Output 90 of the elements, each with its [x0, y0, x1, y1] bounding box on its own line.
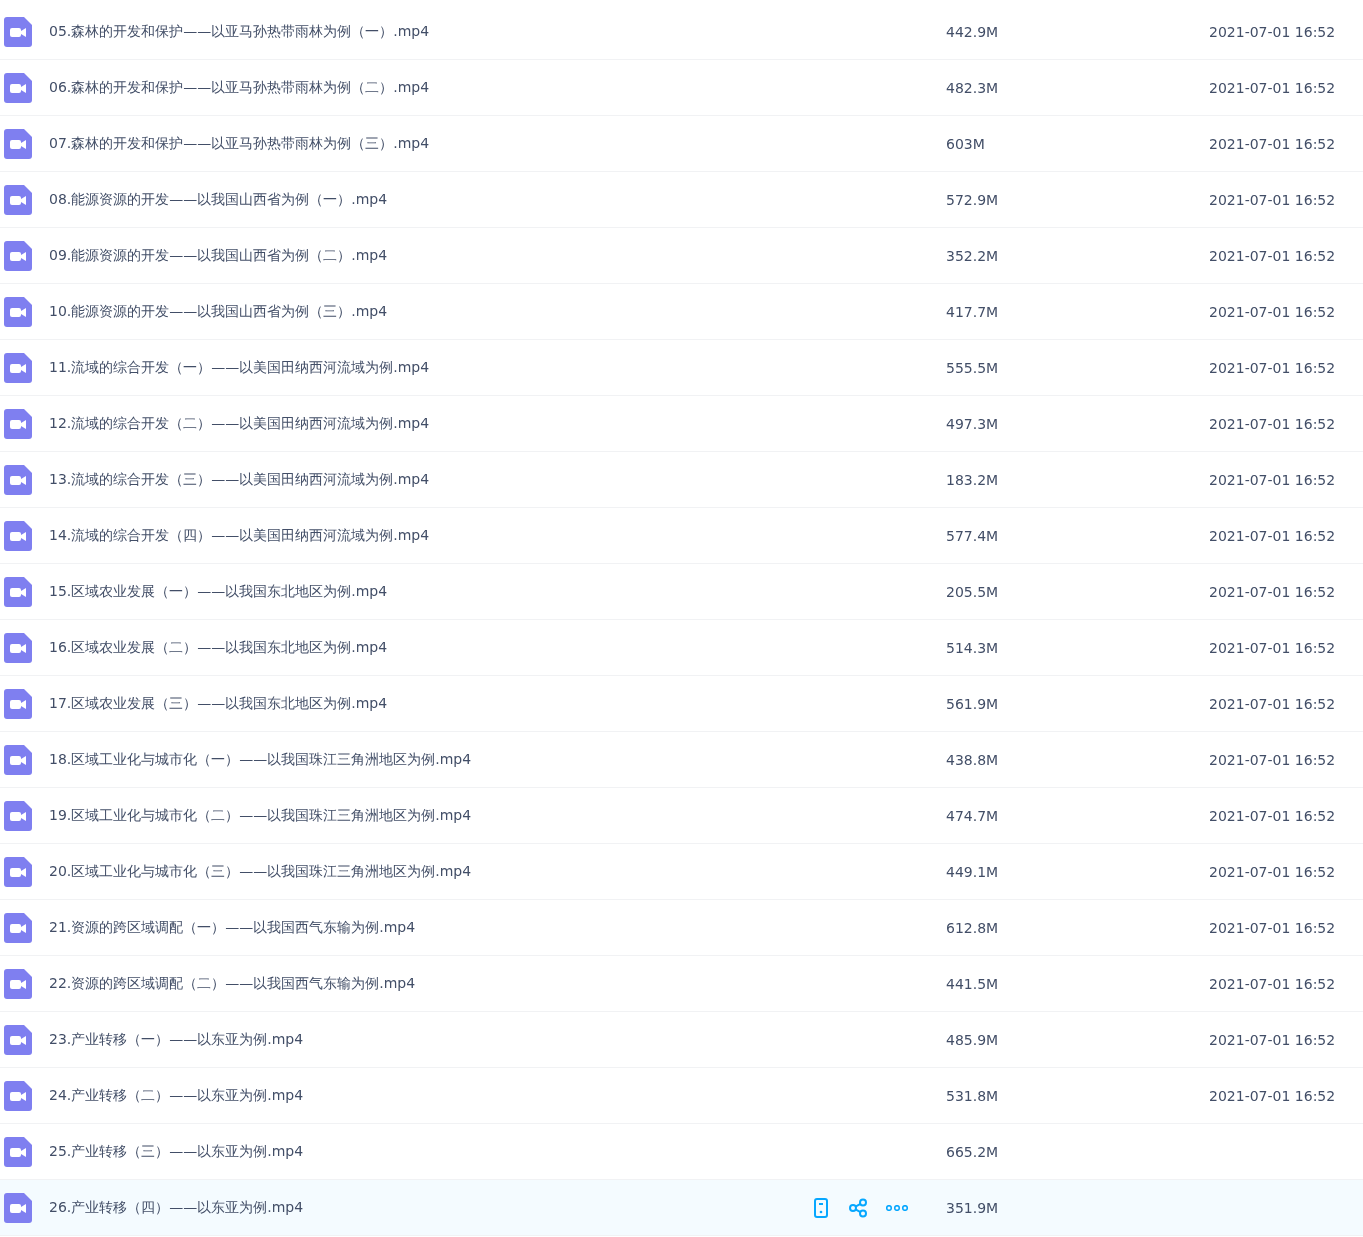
file-name[interactable]: 24.产业转移（二）——以东亚为例.mp4: [49, 1085, 304, 1106]
video-file-icon: [4, 744, 32, 775]
file-name[interactable]: 06.森林的开发和保护——以亚马孙热带雨林为例（二）.mp4: [49, 77, 430, 98]
file-name[interactable]: 14.流域的综合开发（四）——以美国田纳西河流域为例.mp4: [49, 525, 430, 546]
modified-date: 2021-07-01 16:52: [1209, 247, 1336, 264]
file-size: 482.3M: [946, 79, 999, 96]
modified-date: 2021-07-01 16:52: [1209, 975, 1336, 992]
file-name[interactable]: 18.区域工业化与城市化（一）——以我国珠江三角洲地区为例.mp4: [49, 749, 472, 770]
file-size: 572.9M: [946, 191, 999, 208]
video-file-icon: [4, 520, 32, 551]
modified-date: 2021-07-01 16:52: [1209, 303, 1336, 320]
file-name[interactable]: 05.森林的开发和保护——以亚马孙热带雨林为例（一）.mp4: [49, 21, 430, 42]
modified-date: 2021-07-01 16:52: [1209, 1087, 1336, 1104]
file-size: 205.5M: [946, 583, 999, 600]
modified-date: 2021-07-01 16:52: [1209, 807, 1336, 824]
file-size: 352.2M: [946, 247, 999, 264]
video-file-icon: [4, 800, 32, 831]
video-file-icon: [4, 184, 32, 215]
share-icon[interactable]: [848, 1197, 868, 1218]
file-name[interactable]: 13.流域的综合开发（三）——以美国田纳西河流域为例.mp4: [49, 469, 430, 490]
modified-date: 2021-07-01 16:52: [1209, 135, 1336, 152]
video-file-icon: [4, 296, 32, 327]
video-file-icon: [4, 856, 32, 887]
video-file-icon: [4, 968, 32, 999]
file-size: 441.5M: [946, 975, 999, 992]
file-name[interactable]: 09.能源资源的开发——以我国山西省为例（二）.mp4: [49, 245, 388, 266]
modified-date: 2021-07-01 16:52: [1209, 23, 1336, 40]
file-size: 603M: [946, 135, 985, 152]
file-name[interactable]: 20.区域工业化与城市化（三）——以我国珠江三角洲地区为例.mp4: [49, 861, 472, 882]
modified-date: 2021-07-01 16:52: [1209, 639, 1336, 656]
modified-date: 2021-07-01 16:52: [1209, 919, 1336, 936]
file-name[interactable]: 22.资源的跨区域调配（二）——以我国西气东输为例.mp4: [49, 973, 416, 994]
file-size: 449.1M: [946, 863, 999, 880]
file-name[interactable]: 12.流域的综合开发（二）——以美国田纳西河流域为例.mp4: [49, 413, 430, 434]
file-row[interactable]: 26.产业转移（四）——以东亚为例.mp4 351.9M: [0, 1180, 1363, 1236]
video-file-icon: [4, 1080, 32, 1111]
file-name[interactable]: 07.森林的开发和保护——以亚马孙热带雨林为例（三）.mp4: [49, 133, 430, 154]
video-file-icon: [4, 688, 32, 719]
modified-date: 2021-07-01 16:52: [1209, 471, 1336, 488]
video-file-icon: [4, 408, 32, 439]
file-name[interactable]: 21.资源的跨区域调配（一）——以我国西气东输为例.mp4: [49, 917, 416, 938]
file-size: 514.3M: [946, 639, 999, 656]
file-name[interactable]: 11.流域的综合开发（一）——以美国田纳西河流域为例.mp4: [49, 357, 430, 378]
file-name[interactable]: 25.产业转移（三）——以东亚为例.mp4: [49, 1141, 304, 1162]
modified-date: 2021-07-01 16:52: [1209, 527, 1336, 544]
modified-date: 2021-07-01 16:52: [1209, 191, 1336, 208]
video-file-icon: [4, 128, 32, 159]
file-size: 485.9M: [946, 1031, 999, 1048]
video-file-icon: [4, 576, 32, 607]
modified-date: 2021-07-01 16:52: [1209, 863, 1336, 880]
file-size: 417.7M: [946, 303, 999, 320]
video-file-icon: [4, 1136, 32, 1167]
file-size: 531.8M: [946, 1087, 999, 1104]
video-file-icon: [4, 240, 32, 271]
modified-date: 2021-07-01 16:52: [1209, 695, 1336, 712]
file-size: 351.9M: [946, 1199, 999, 1216]
video-file-icon: [4, 16, 32, 47]
video-file-icon: [4, 72, 32, 103]
video-file-icon: [4, 352, 32, 383]
file-name[interactable]: 26.产业转移（四）——以东亚为例.mp4: [49, 1197, 304, 1218]
file-size: 442.9M: [946, 23, 999, 40]
modified-date: 2021-07-01 16:52: [1209, 79, 1336, 96]
file-name[interactable]: 10.能源资源的开发——以我国山西省为例（三）.mp4: [49, 301, 388, 322]
file-size: 183.2M: [946, 471, 999, 488]
video-file-icon: [4, 1192, 32, 1223]
file-size: 555.5M: [946, 359, 999, 376]
modified-date: 2021-07-01 16:52: [1209, 359, 1336, 376]
modified-date: 2021-07-01 16:52: [1209, 583, 1336, 600]
file-size: 438.8M: [946, 751, 999, 768]
file-name[interactable]: 16.区域农业发展（二）——以我国东北地区为例.mp4: [49, 637, 388, 658]
video-file-icon: [4, 464, 32, 495]
file-name[interactable]: 15.区域农业发展（一）——以我国东北地区为例.mp4: [49, 581, 388, 602]
file-size: 497.3M: [946, 415, 999, 432]
modified-date: 2021-07-01 16:52: [1209, 415, 1336, 432]
file-name[interactable]: 23.产业转移（一）——以东亚为例.mp4: [49, 1029, 304, 1050]
video-file-icon: [4, 1024, 32, 1055]
file-name[interactable]: 19.区域工业化与城市化（二）——以我国珠江三角洲地区为例.mp4: [49, 805, 472, 826]
file-size: 612.8M: [946, 919, 999, 936]
modified-date: 2021-07-01 16:52: [1209, 751, 1336, 768]
file-size: 577.4M: [946, 527, 999, 544]
video-file-icon: [4, 632, 32, 663]
file-size: 474.7M: [946, 807, 999, 824]
file-name[interactable]: 17.区域农业发展（三）——以我国东北地区为例.mp4: [49, 693, 388, 714]
modified-date: 2021-07-01 16:52: [1209, 1031, 1336, 1048]
file-size: 561.9M: [946, 695, 999, 712]
phone-icon[interactable]: [812, 1197, 830, 1218]
more-icon[interactable]: [886, 1204, 908, 1211]
file-name[interactable]: 08.能源资源的开发——以我国山西省为例（一）.mp4: [49, 189, 388, 210]
file-size: 665.2M: [946, 1143, 999, 1160]
video-file-icon: [4, 912, 32, 943]
